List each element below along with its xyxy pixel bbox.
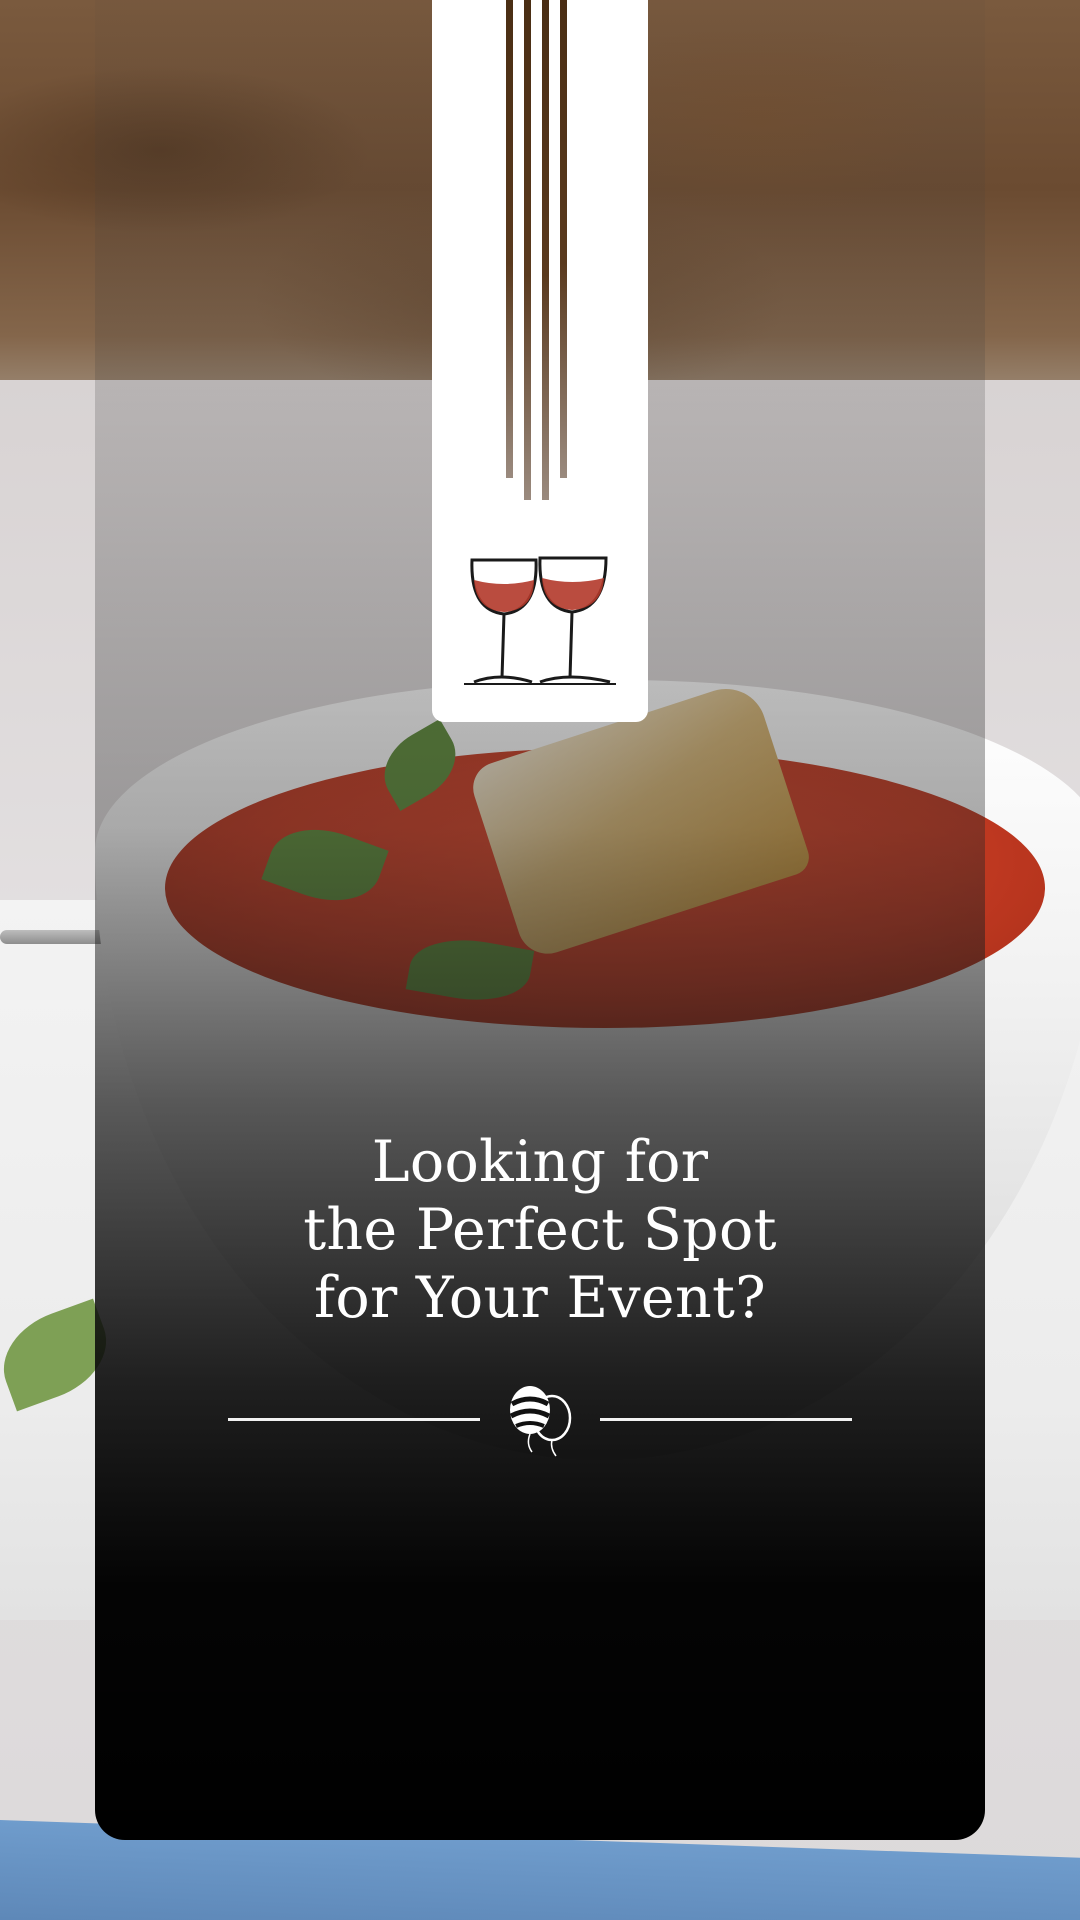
event-headline: Looking for the Perfect Spot for Your Ev… <box>95 1128 985 1332</box>
headline-line-3: for Your Event? <box>313 1265 767 1331</box>
hanging-banner <box>432 0 648 722</box>
vertical-stripes-icon <box>506 0 567 500</box>
story-canvas: Looking for the Perfect Spot for Your Ev… <box>0 0 1080 1920</box>
ornamental-divider <box>228 1380 852 1460</box>
divider-line-left <box>228 1418 480 1421</box>
headline-line-1: Looking for <box>371 1129 709 1195</box>
balloons-icon <box>509 1386 572 1457</box>
headline-line-2: the Perfect Spot <box>303 1197 777 1263</box>
wine-glasses-icon <box>464 556 616 685</box>
divider-line-right <box>600 1418 852 1421</box>
